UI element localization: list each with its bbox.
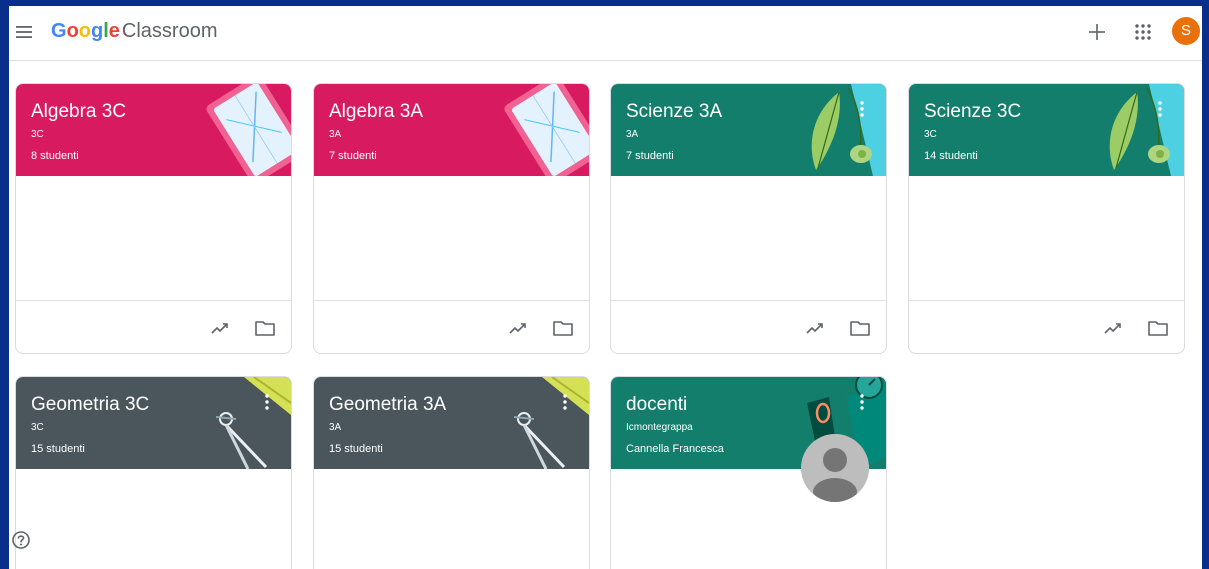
plant-illustration bbox=[1109, 84, 1184, 176]
teacher-name: Cannella Francesca bbox=[626, 443, 724, 455]
class-card-banner[interactable]: Scienze 3A 3A 7 studenti bbox=[611, 84, 886, 176]
more-options-icon[interactable] bbox=[1156, 100, 1164, 118]
class-name[interactable]: Scienze 3C bbox=[924, 101, 1021, 123]
class-name[interactable]: docenti bbox=[626, 394, 687, 416]
product-name: Classroom bbox=[121, 20, 218, 42]
class-card-banner[interactable]: Geometria 3A 3A 15 studenti bbox=[314, 377, 589, 469]
app-logo[interactable]: Google Classroom bbox=[51, 18, 217, 44]
class-name[interactable]: Geometria 3C bbox=[31, 394, 149, 416]
student-count: 8 studenti bbox=[31, 150, 79, 162]
class-card[interactable]: docenti Icmontegrappa Cannella Francesca bbox=[610, 376, 887, 569]
class-card-banner[interactable]: Algebra 3C 3C 8 studenti bbox=[16, 84, 291, 176]
teacher-avatar-icon bbox=[801, 434, 869, 502]
trending-up-icon[interactable] bbox=[805, 318, 825, 338]
class-name[interactable]: Scienze 3A bbox=[626, 101, 722, 123]
class-card-footer bbox=[611, 300, 886, 353]
classroom-window: Google Classroom S Algebra 3C 3C 8 stude… bbox=[9, 6, 1202, 569]
class-section: 3C bbox=[924, 129, 937, 140]
class-name[interactable]: Geometria 3A bbox=[329, 394, 446, 416]
class-card[interactable]: Scienze 3C 3C 14 studenti bbox=[908, 83, 1185, 354]
more-options-icon[interactable] bbox=[263, 393, 271, 411]
trending-up-icon[interactable] bbox=[1103, 318, 1123, 338]
class-card[interactable]: Algebra 3A 3A 7 studenti bbox=[313, 83, 590, 354]
calculator-illustration bbox=[206, 84, 291, 176]
more-options-icon[interactable] bbox=[858, 100, 866, 118]
class-card[interactable]: Geometria 3A 3A 15 studenti bbox=[313, 376, 590, 569]
class-section: 3C bbox=[31, 422, 44, 433]
student-count: 7 studenti bbox=[626, 150, 674, 162]
class-name[interactable]: Algebra 3C bbox=[31, 101, 126, 123]
class-card-banner[interactable]: Geometria 3C 3C 15 studenti bbox=[16, 377, 291, 469]
class-name[interactable]: Algebra 3A bbox=[329, 101, 423, 123]
folder-icon[interactable] bbox=[1147, 317, 1169, 339]
class-card[interactable]: Geometria 3C 3C 15 studenti bbox=[15, 376, 292, 569]
student-count: 14 studenti bbox=[924, 150, 978, 162]
folder-icon[interactable] bbox=[552, 317, 574, 339]
plant-illustration bbox=[811, 84, 886, 176]
apps-grid-icon[interactable] bbox=[1133, 22, 1153, 42]
student-count: 15 studenti bbox=[31, 443, 85, 455]
class-card[interactable]: Scienze 3A 3A 7 studenti bbox=[610, 83, 887, 354]
class-card-banner[interactable]: Scienze 3C 3C 14 studenti bbox=[909, 84, 1184, 176]
folder-icon[interactable] bbox=[849, 317, 871, 339]
account-avatar[interactable]: S bbox=[1172, 17, 1200, 45]
class-section: 3C bbox=[31, 129, 44, 140]
plus-icon[interactable] bbox=[1085, 20, 1109, 44]
class-section: Icmontegrappa bbox=[626, 422, 693, 433]
more-options-icon[interactable] bbox=[561, 393, 569, 411]
trending-up-icon[interactable] bbox=[210, 318, 230, 338]
class-card[interactable]: Algebra 3C 3C 8 studenti bbox=[15, 83, 292, 354]
help-icon[interactable] bbox=[11, 530, 31, 550]
class-card-footer bbox=[16, 300, 291, 353]
class-section: 3A bbox=[329, 129, 342, 140]
folder-icon[interactable] bbox=[254, 317, 276, 339]
student-count: 7 studenti bbox=[329, 150, 377, 162]
google-wordmark: Google bbox=[51, 20, 120, 42]
top-app-bar: Google Classroom S bbox=[9, 6, 1202, 61]
class-section: 3A bbox=[626, 129, 639, 140]
calculator-illustration bbox=[504, 84, 589, 176]
class-card-footer bbox=[314, 300, 589, 353]
compass-ruler-illustration bbox=[513, 377, 589, 469]
class-section: 3A bbox=[329, 422, 342, 433]
class-card-footer bbox=[909, 300, 1184, 353]
hamburger-menu-icon[interactable] bbox=[15, 23, 33, 41]
student-count: 15 studenti bbox=[329, 443, 383, 455]
trending-up-icon[interactable] bbox=[508, 318, 528, 338]
compass-ruler-illustration bbox=[215, 377, 291, 469]
class-card-banner[interactable]: Algebra 3A 3A 7 studenti bbox=[314, 84, 589, 176]
more-options-icon[interactable] bbox=[858, 393, 866, 411]
